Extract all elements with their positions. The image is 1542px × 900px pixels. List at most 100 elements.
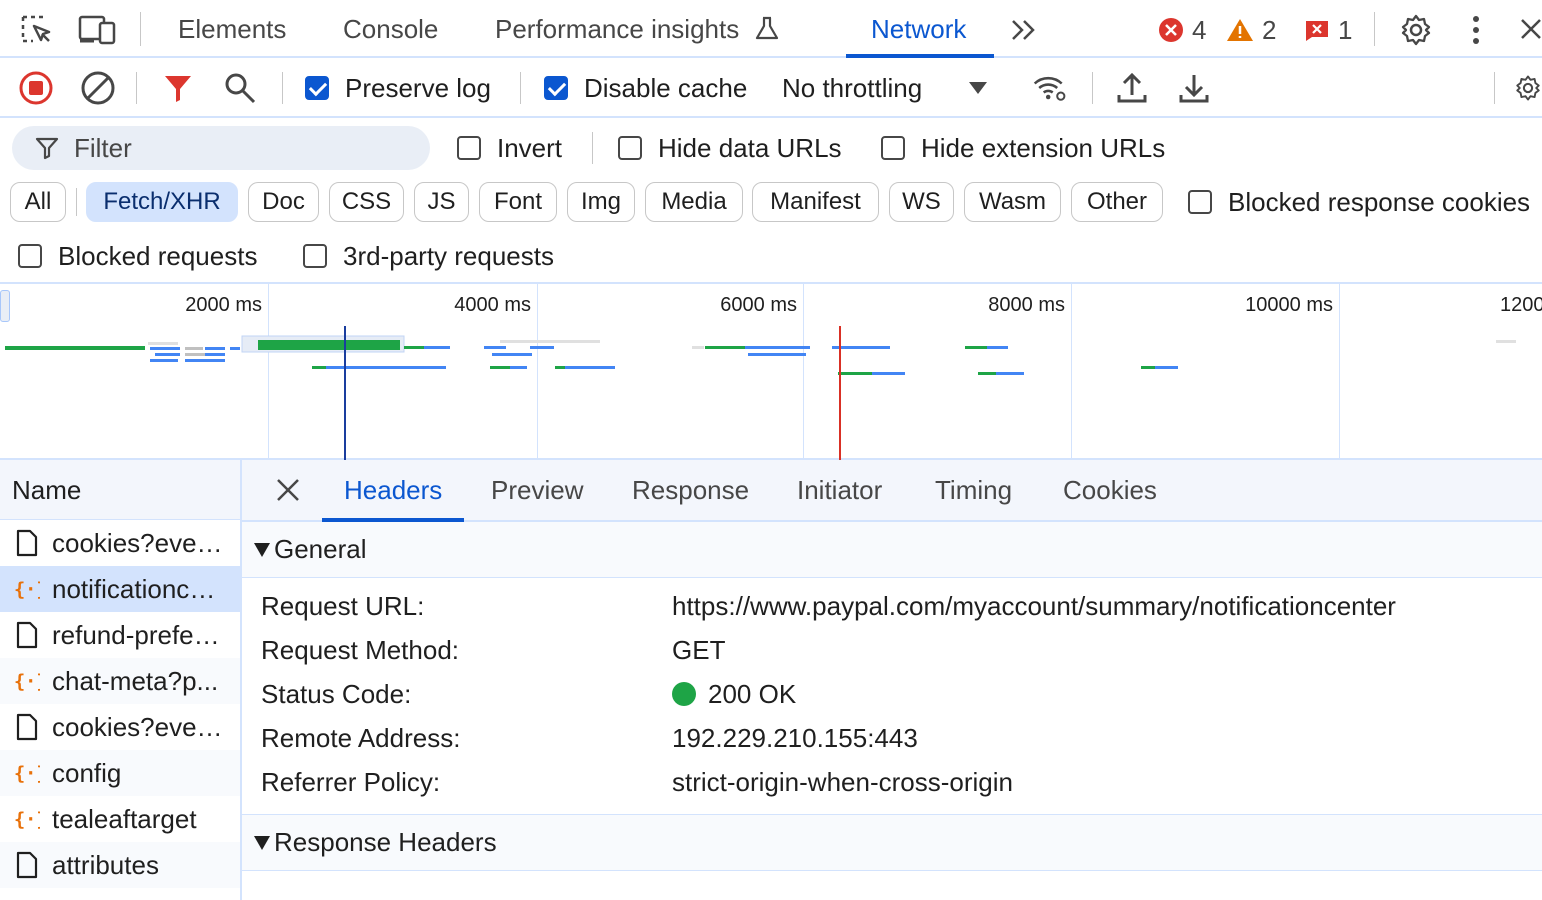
error-count: 4 — [1192, 14, 1207, 45]
preserve-log-checkbox[interactable]: Preserve log — [305, 72, 491, 104]
record-stop-icon[interactable] — [18, 70, 54, 106]
invert-check[interactable] — [457, 136, 481, 160]
device-toolbar-icon[interactable] — [78, 12, 118, 48]
filter-icon — [35, 137, 59, 160]
close-devtools-icon[interactable] — [1518, 14, 1542, 44]
request-detail-pane: Headers Preview Response Initiator Timin… — [242, 460, 1542, 900]
type-filter-media[interactable]: Media — [645, 182, 743, 222]
detail-tab-bar: Headers Preview Response Initiator Timin… — [242, 460, 1542, 522]
status-code-label: Status Code: — [261, 678, 412, 709]
referrer-policy-label: Referrer Policy: — [261, 766, 441, 797]
request-row[interactable]: cookies?eventType=... — [0, 520, 240, 566]
issues-count: 1 — [1338, 14, 1353, 45]
request-row[interactable]: {·} tealeaftarget — [0, 796, 240, 842]
remote-address-value[interactable]: 192.229.210.155:443 — [672, 723, 918, 754]
blocked-response-cookies-check[interactable] — [1188, 190, 1212, 214]
type-filter-js[interactable]: JS — [414, 182, 469, 222]
warning-counter[interactable]: 2 — [1226, 14, 1276, 46]
tab-preview[interactable]: Preview — [491, 460, 583, 520]
tab-initiator[interactable]: Initiator — [797, 460, 882, 520]
type-filter-other[interactable]: Other — [1071, 182, 1163, 222]
preserve-log-label: Preserve log — [345, 72, 491, 103]
document-icon — [14, 713, 40, 741]
dropdown-arrow-icon — [969, 82, 988, 94]
issues-counter[interactable]: 1 — [1304, 14, 1352, 46]
network-overview-timeline[interactable]: 2000 ms 4000 ms 6000 ms 8000 ms 10000 ms… — [0, 284, 1542, 460]
network-toolbar: Preserve log Disable cache No throttling — [0, 58, 1542, 118]
type-filter-ws[interactable]: WS — [889, 182, 954, 222]
tab-network[interactable]: Network — [845, 0, 995, 58]
network-settings-gear-icon[interactable] — [1514, 70, 1542, 106]
throttling-select[interactable]: No throttling — [782, 72, 988, 104]
tab-performance-insights[interactable]: Performance insights — [495, 0, 780, 58]
general-section-header[interactable]: General — [242, 522, 1542, 578]
disable-cache-label: Disable cache — [584, 72, 748, 103]
hide-extension-urls-label: Hide extension URLs — [921, 132, 1166, 163]
request-row[interactable]: cookies?eventType=... — [0, 704, 240, 750]
general-section-title: General — [274, 534, 367, 564]
third-party-requests-check[interactable] — [303, 244, 327, 268]
collapse-triangle-icon — [254, 542, 270, 557]
inspect-element-icon[interactable] — [18, 12, 54, 48]
request-row[interactable]: attributes — [0, 842, 240, 888]
search-icon[interactable] — [222, 70, 258, 106]
tab-headers[interactable]: Headers — [321, 460, 465, 522]
tab-console[interactable]: Console — [343, 0, 438, 58]
tab-elements[interactable]: Elements — [178, 0, 286, 58]
referrer-policy-value[interactable]: strict-origin-when-cross-origin — [672, 767, 1013, 798]
third-party-requests-checkbox[interactable]: 3rd-party requests — [303, 240, 554, 272]
invert-checkbox[interactable]: Invert — [457, 132, 562, 164]
tab-timing[interactable]: Timing — [935, 460, 1012, 520]
type-filter-img[interactable]: Img — [567, 182, 635, 222]
request-row[interactable]: refund-preferences — [0, 612, 240, 658]
export-har-icon[interactable] — [1176, 70, 1212, 106]
preserve-log-check[interactable] — [305, 76, 329, 100]
hide-extension-urls-checkbox[interactable]: Hide extension URLs — [881, 132, 1165, 164]
close-detail-icon[interactable] — [274, 476, 302, 504]
collapse-triangle-icon — [254, 835, 270, 850]
tab-response[interactable]: Response — [632, 460, 749, 520]
filter-input[interactable]: Filter — [12, 126, 430, 170]
hide-extension-urls-check[interactable] — [881, 136, 905, 160]
more-options-icon[interactable] — [1464, 12, 1488, 48]
clear-icon[interactable] — [80, 70, 116, 106]
request-row[interactable]: {·} notificationcenter — [0, 566, 240, 612]
request-name: cookies?eventType=... — [52, 527, 228, 558]
blocked-response-cookies-checkbox[interactable]: Blocked response cookies — [1188, 186, 1530, 218]
request-method-value[interactable]: GET — [672, 635, 725, 666]
status-code-value[interactable]: 200 OK — [672, 679, 796, 710]
type-filter-manifest[interactable]: Manifest — [752, 182, 879, 222]
status-ok-dot-icon — [672, 682, 696, 706]
hide-data-urls-check[interactable] — [618, 136, 642, 160]
hide-data-urls-checkbox[interactable]: Hide data URLs — [618, 132, 842, 164]
filter-placeholder: Filter — [74, 132, 132, 163]
blocked-requests-checkbox[interactable]: Blocked requests — [18, 240, 257, 272]
request-name: config — [52, 757, 122, 788]
response-headers-section-header[interactable]: Response Headers — [242, 815, 1542, 871]
more-tabs-icon[interactable] — [1008, 14, 1040, 46]
name-column-header[interactable]: Name — [0, 460, 240, 520]
svg-text:{·}: {·} — [14, 580, 40, 601]
type-filter-doc[interactable]: Doc — [248, 182, 319, 222]
tab-cookies[interactable]: Cookies — [1063, 460, 1157, 520]
type-filter-wasm[interactable]: Wasm — [964, 182, 1061, 222]
error-counter[interactable]: 4 — [1158, 14, 1206, 46]
type-filter-font[interactable]: Font — [479, 182, 557, 222]
type-filter-css[interactable]: CSS — [329, 182, 404, 222]
request-method-label: Request Method: — [261, 634, 460, 665]
fetch-xhr-icon: {·} — [14, 805, 40, 833]
request-row[interactable]: {·} chat-meta?p... — [0, 658, 240, 704]
settings-gear-icon[interactable] — [1398, 12, 1434, 48]
fetch-xhr-icon: {·} — [14, 575, 40, 603]
disable-cache-check[interactable] — [544, 76, 568, 100]
network-conditions-icon[interactable] — [1032, 70, 1068, 106]
blocked-requests-check[interactable] — [18, 244, 42, 268]
blocked-response-cookies-label: Blocked response cookies — [1228, 186, 1531, 217]
import-har-icon[interactable] — [1114, 70, 1150, 106]
disable-cache-checkbox[interactable]: Disable cache — [544, 72, 747, 104]
request-url-value[interactable]: https://www.paypal.com/myaccount/summary… — [672, 591, 1396, 622]
filter-funnel-icon[interactable] — [160, 70, 196, 106]
request-row[interactable]: {·} config — [0, 750, 240, 796]
type-filter-fetch-xhr[interactable]: Fetch/XHR — [86, 182, 238, 222]
type-filter-all[interactable]: All — [10, 182, 66, 222]
